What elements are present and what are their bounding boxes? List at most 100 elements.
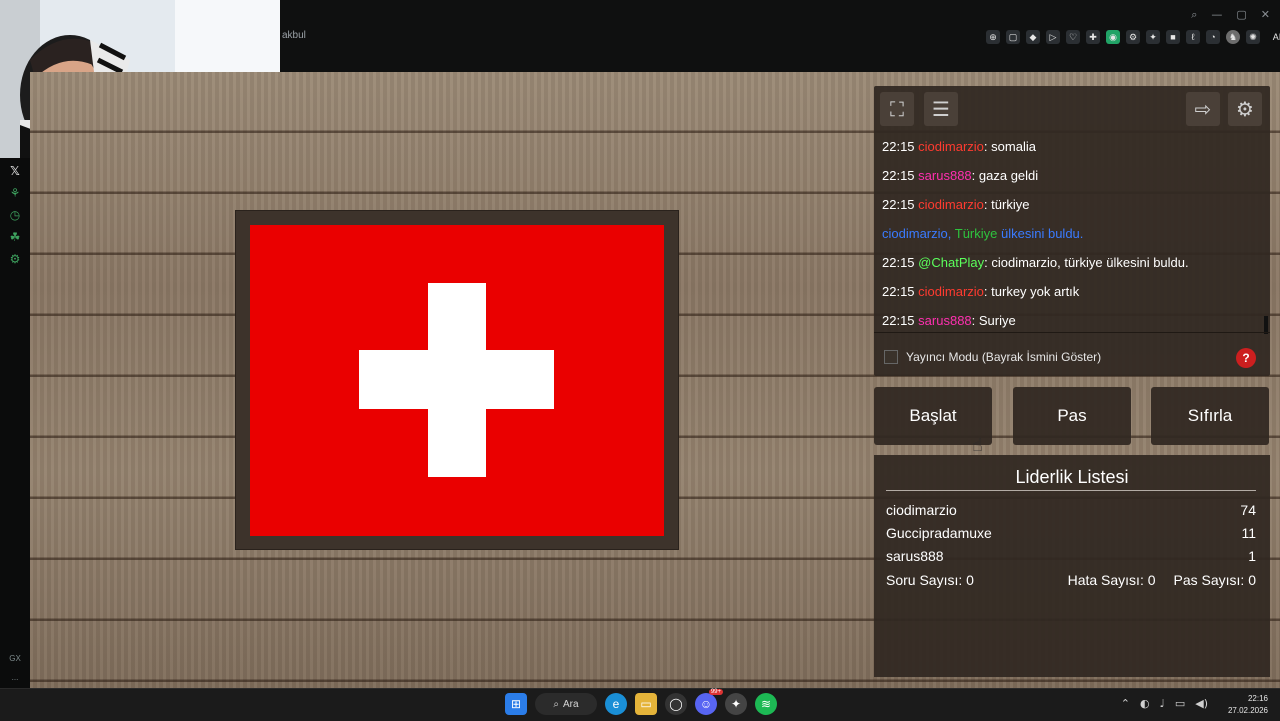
ext-script-icon[interactable]: ℓ bbox=[1186, 30, 1200, 44]
chat-username[interactable]: @ChatPlay bbox=[918, 255, 984, 270]
tray-chevron-icon[interactable]: ⌃ bbox=[1121, 697, 1130, 710]
pass-button[interactable]: Pas bbox=[1013, 387, 1131, 445]
chat-text: türkiye bbox=[991, 197, 1030, 212]
leaderboard-divider bbox=[886, 490, 1256, 491]
fullscreen-icon[interactable]: ⛶ bbox=[880, 92, 914, 126]
volume-icon[interactable]: ◀) bbox=[1195, 697, 1208, 710]
clock-date: 27.02.2026 bbox=[1227, 706, 1268, 715]
mouse-cursor-icon: ☝ bbox=[972, 435, 983, 456]
chat-time: 22:15 bbox=[882, 255, 915, 270]
tab-title[interactable]: akbul bbox=[282, 30, 306, 41]
frog-icon[interactable]: ☘ bbox=[0, 226, 30, 248]
chat-username[interactable]: ciodimarzio bbox=[918, 284, 984, 299]
chat-username[interactable]: sarus888 bbox=[918, 313, 971, 328]
list-icon[interactable]: ☰ bbox=[924, 92, 958, 126]
exit-icon[interactable]: ⇨ bbox=[1186, 92, 1220, 126]
chat-message: 22:15 ciodimarzio: türkiye bbox=[882, 194, 1262, 223]
system-message: ciodimarzio, Türkiye ülkesini buldu. bbox=[882, 223, 1262, 252]
chat-username[interactable]: sarus888 bbox=[918, 168, 971, 183]
player-score: 11 bbox=[1241, 525, 1256, 541]
chat-message: 22:15 ciodimarzio: somalia bbox=[882, 136, 1262, 165]
ext-star-icon[interactable]: ✦ bbox=[1146, 30, 1160, 44]
chat-message: 22:15 sarus888: gaza geldi bbox=[882, 165, 1262, 194]
monitor-icon[interactable]: ▭ bbox=[1175, 697, 1185, 710]
pass-count: Pas Sayısı: 0 bbox=[1173, 572, 1256, 588]
leaderboard-row: sarus888 1 bbox=[886, 548, 1256, 564]
chat-time: 22:15 bbox=[882, 168, 915, 183]
reset-button[interactable]: Sıfırla bbox=[1151, 387, 1269, 445]
x-icon[interactable]: 𝕏 bbox=[0, 160, 30, 182]
discord-badge: 99+ bbox=[708, 689, 723, 695]
snapshot-icon[interactable]: ▢ bbox=[1006, 30, 1020, 44]
system-tray: ⌃ ◐ ♩ ▭ ◀) bbox=[1121, 697, 1208, 710]
chat-panel: ⛶ ☰ ⇨ ⚙ 22:15 ciodimarzio: somalia 22:15… bbox=[874, 86, 1270, 376]
chat-text: Suriye bbox=[978, 313, 1016, 328]
window-controls: ⌕ — ▢ ✕ bbox=[1191, 8, 1270, 22]
play-icon[interactable]: ▷ bbox=[1046, 30, 1060, 44]
leaderboard-panel: Liderlik Listesi ciodimarzio 74 Guccipra… bbox=[874, 455, 1270, 677]
taskbar-search[interactable]: ⌕ Ara bbox=[535, 693, 597, 715]
ext-green-icon[interactable]: ◉ bbox=[1106, 30, 1120, 44]
heart-icon[interactable]: ♡ bbox=[1066, 30, 1080, 44]
chat-text: ciodimarzio, türkiye ülkesini buldu. bbox=[991, 255, 1189, 270]
streamer-mode-checkbox[interactable] bbox=[884, 350, 898, 364]
question-count: Soru Sayısı: 0 bbox=[886, 572, 974, 588]
close-icon[interactable]: ✕ bbox=[1261, 8, 1270, 22]
panel-divider bbox=[874, 332, 1270, 333]
leaderboard-row: ciodimarzio 74 bbox=[886, 502, 1256, 518]
leaderboard-row: Guccipradamuxe 11 bbox=[886, 525, 1256, 541]
help-icon[interactable]: ? bbox=[1236, 348, 1256, 368]
settings-icon[interactable]: ⚙ bbox=[1228, 92, 1262, 126]
search-icon: ⌕ bbox=[553, 698, 560, 710]
player-name: sarus888 bbox=[886, 548, 944, 564]
chat-time: 22:15 bbox=[882, 139, 915, 154]
file-explorer-icon[interactable]: ▭ bbox=[635, 693, 657, 715]
ext-burst-icon[interactable]: ✺ bbox=[1246, 30, 1260, 44]
app-icon[interactable]: ✦ bbox=[725, 693, 747, 715]
ext-square-icon[interactable]: ■ bbox=[1166, 30, 1180, 44]
chat-username[interactable]: ciodimarzio bbox=[918, 139, 984, 154]
tray-app-icon[interactable]: ◐ bbox=[1140, 697, 1150, 710]
taskbar-apps: ⊞ ⌕ Ara e ▭ ◯ ☺ 99+ ✦ ≋ bbox=[505, 689, 777, 715]
clock-icon[interactable]: ◷ bbox=[0, 204, 30, 226]
chat-message: 22:15 sarus888: Suriye bbox=[882, 310, 1262, 339]
leaderboard-title: Liderlik Listesi bbox=[1015, 467, 1129, 487]
error-count: Hata Sayısı: 0 bbox=[1067, 572, 1156, 588]
windows-start-icon[interactable]: ⊞ bbox=[505, 693, 527, 715]
ai-icon[interactable]: AI bbox=[1266, 30, 1280, 44]
gx-label[interactable]: GX bbox=[0, 654, 30, 663]
chat-time: 22:15 bbox=[882, 313, 915, 328]
chat-text: somalia bbox=[991, 139, 1036, 154]
profile-avatar[interactable]: ♞ bbox=[1226, 30, 1240, 44]
plug-icon[interactable]: ⚙ bbox=[0, 248, 30, 270]
ext-clock-icon[interactable]: ◔ bbox=[1206, 30, 1220, 44]
streamer-mode-label: Yayıncı Modu (Bayrak İsmini Göster) bbox=[906, 350, 1102, 364]
ext-plus-icon[interactable]: ✚ bbox=[1086, 30, 1100, 44]
edge-icon[interactable]: e bbox=[605, 693, 627, 715]
more-icon[interactable]: ... bbox=[0, 673, 30, 682]
chat-text: turkey yok artık bbox=[991, 284, 1080, 299]
pin-icon[interactable]: ⊕ bbox=[986, 30, 1000, 44]
microphone-icon[interactable]: ♩ bbox=[1160, 697, 1165, 710]
maximize-icon[interactable]: ▢ bbox=[1236, 8, 1246, 22]
taskbar-clock[interactable]: 22:16 27.02.2026 bbox=[1212, 693, 1268, 717]
player-score: 1 bbox=[1248, 548, 1256, 564]
search-label: Ara bbox=[563, 698, 579, 710]
discord-icon[interactable]: ☺ 99+ bbox=[695, 689, 723, 715]
chat-username[interactable]: ciodimarzio bbox=[918, 197, 984, 212]
found-country: Türkiye bbox=[954, 226, 998, 241]
spotify-icon[interactable]: ≋ bbox=[755, 693, 777, 715]
found-user: ciodimarzio, bbox=[882, 226, 952, 241]
game-stats: Soru Sayısı: 0 Hata Sayısı: 0 Pas Sayısı… bbox=[886, 572, 1256, 588]
sidebar-bottom: GX ... bbox=[0, 644, 30, 682]
extensions-bar: ⊕ ▢ ◆ ▷ ♡ ✚ ◉ ⚙ ✦ ■ ℓ ◔ ♞ ✺ AI ▤ bbox=[986, 30, 1280, 44]
browser-gx-icon[interactable]: ◯ bbox=[665, 693, 687, 715]
taskbar: ⊞ ⌕ Ara e ▭ ◯ ☺ 99+ ✦ ≋ ⌃ ◐ ♩ ▭ ◀) 22:16 … bbox=[0, 688, 1280, 721]
minimize-icon[interactable]: — bbox=[1211, 8, 1222, 22]
ext-gear-icon[interactable]: ⚙ bbox=[1126, 30, 1140, 44]
leaf-icon[interactable]: ⚘ bbox=[0, 182, 30, 204]
search-icon[interactable]: ⌕ bbox=[1191, 8, 1197, 22]
streamer-mode-toggle[interactable]: Yayıncı Modu (Bayrak İsmini Göster) bbox=[884, 350, 1101, 364]
chat-message: 22:15 @ChatPlay: ciodimarzio, türkiye ül… bbox=[882, 252, 1262, 281]
shield-icon[interactable]: ◆ bbox=[1026, 30, 1040, 44]
